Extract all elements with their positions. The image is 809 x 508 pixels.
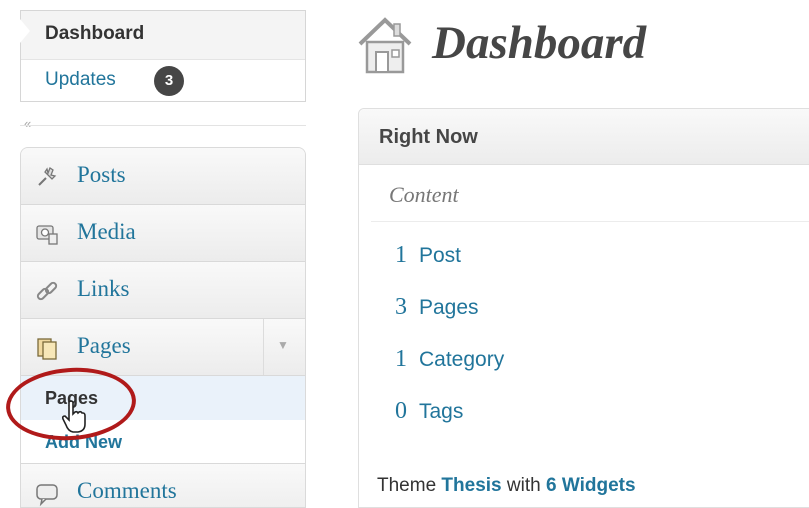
- stat-row-pages[interactable]: 3 Pages: [389, 294, 479, 321]
- menu-item-label: Links: [77, 276, 130, 301]
- menu-item-label: Media: [77, 219, 136, 244]
- theme-prefix: Theme: [377, 475, 437, 496]
- stat-row-posts[interactable]: 1 Post: [389, 242, 461, 269]
- updates-link[interactable]: Updates: [45, 69, 116, 91]
- pages-icon: [37, 338, 57, 360]
- theme-mid-text: with: [506, 475, 541, 496]
- stat-count[interactable]: 0: [389, 398, 413, 425]
- stat-count[interactable]: 1: [389, 242, 413, 269]
- current-arrow: [20, 19, 30, 43]
- collapse-menu-icon[interactable]: «: [24, 116, 31, 131]
- stat-label[interactable]: Pages: [419, 296, 479, 319]
- widget-title: Right Now: [379, 126, 478, 148]
- menu-item-posts[interactable]: Posts: [21, 148, 305, 205]
- stat-label[interactable]: Category: [419, 348, 504, 371]
- menu-item-links[interactable]: Links: [21, 262, 305, 319]
- page-title: Dashboard: [432, 17, 647, 69]
- media-icon: [36, 225, 58, 245]
- menu-item-media[interactable]: Media: [21, 205, 305, 262]
- links-icon: [36, 281, 58, 301]
- comments-icon: [36, 484, 58, 507]
- content-section-label: Content: [389, 182, 459, 207]
- admin-menu: Posts Media Links Pages ▼ Pages Add New: [20, 147, 306, 508]
- section-divider: [371, 221, 809, 222]
- menu-separator: [20, 125, 306, 126]
- theme-info: Theme Thesis with 6 Widgets: [377, 475, 636, 497]
- menu-item-label: Pages: [77, 333, 131, 358]
- dashboard-menu-box: Dashboard Updates 3: [20, 10, 306, 102]
- stat-row-categories[interactable]: 1 Category: [389, 346, 504, 373]
- dashboard-menu-item[interactable]: Dashboard: [20, 11, 305, 60]
- triangle-down-icon: ▼: [277, 338, 289, 352]
- dashboard-menu-label: Dashboard: [45, 23, 145, 44]
- updates-count-badge: 3: [154, 66, 184, 96]
- stat-label[interactable]: Tags: [419, 400, 463, 423]
- stat-count[interactable]: 1: [389, 346, 413, 373]
- house-icon: [358, 17, 412, 74]
- menu-item-comments[interactable]: Comments: [21, 464, 305, 507]
- stat-row-tags[interactable]: 0 Tags: [389, 398, 463, 425]
- hand-cursor-icon: [61, 400, 86, 433]
- pages-submenu-toggle[interactable]: ▼: [263, 319, 305, 375]
- stat-count[interactable]: 3: [389, 294, 413, 321]
- menu-item-label: Comments: [77, 478, 177, 503]
- theme-name-link[interactable]: Thesis: [441, 475, 501, 496]
- widgets-link[interactable]: 6 Widgets: [546, 475, 636, 496]
- menu-item-label: Posts: [77, 162, 126, 187]
- right-now-widget: Right Now Content 1 Post 3 Pages 1 Category…: [358, 108, 809, 508]
- stat-label[interactable]: Post: [419, 244, 461, 267]
- pushpin-icon: [38, 167, 57, 186]
- widget-header[interactable]: Right Now: [359, 109, 809, 165]
